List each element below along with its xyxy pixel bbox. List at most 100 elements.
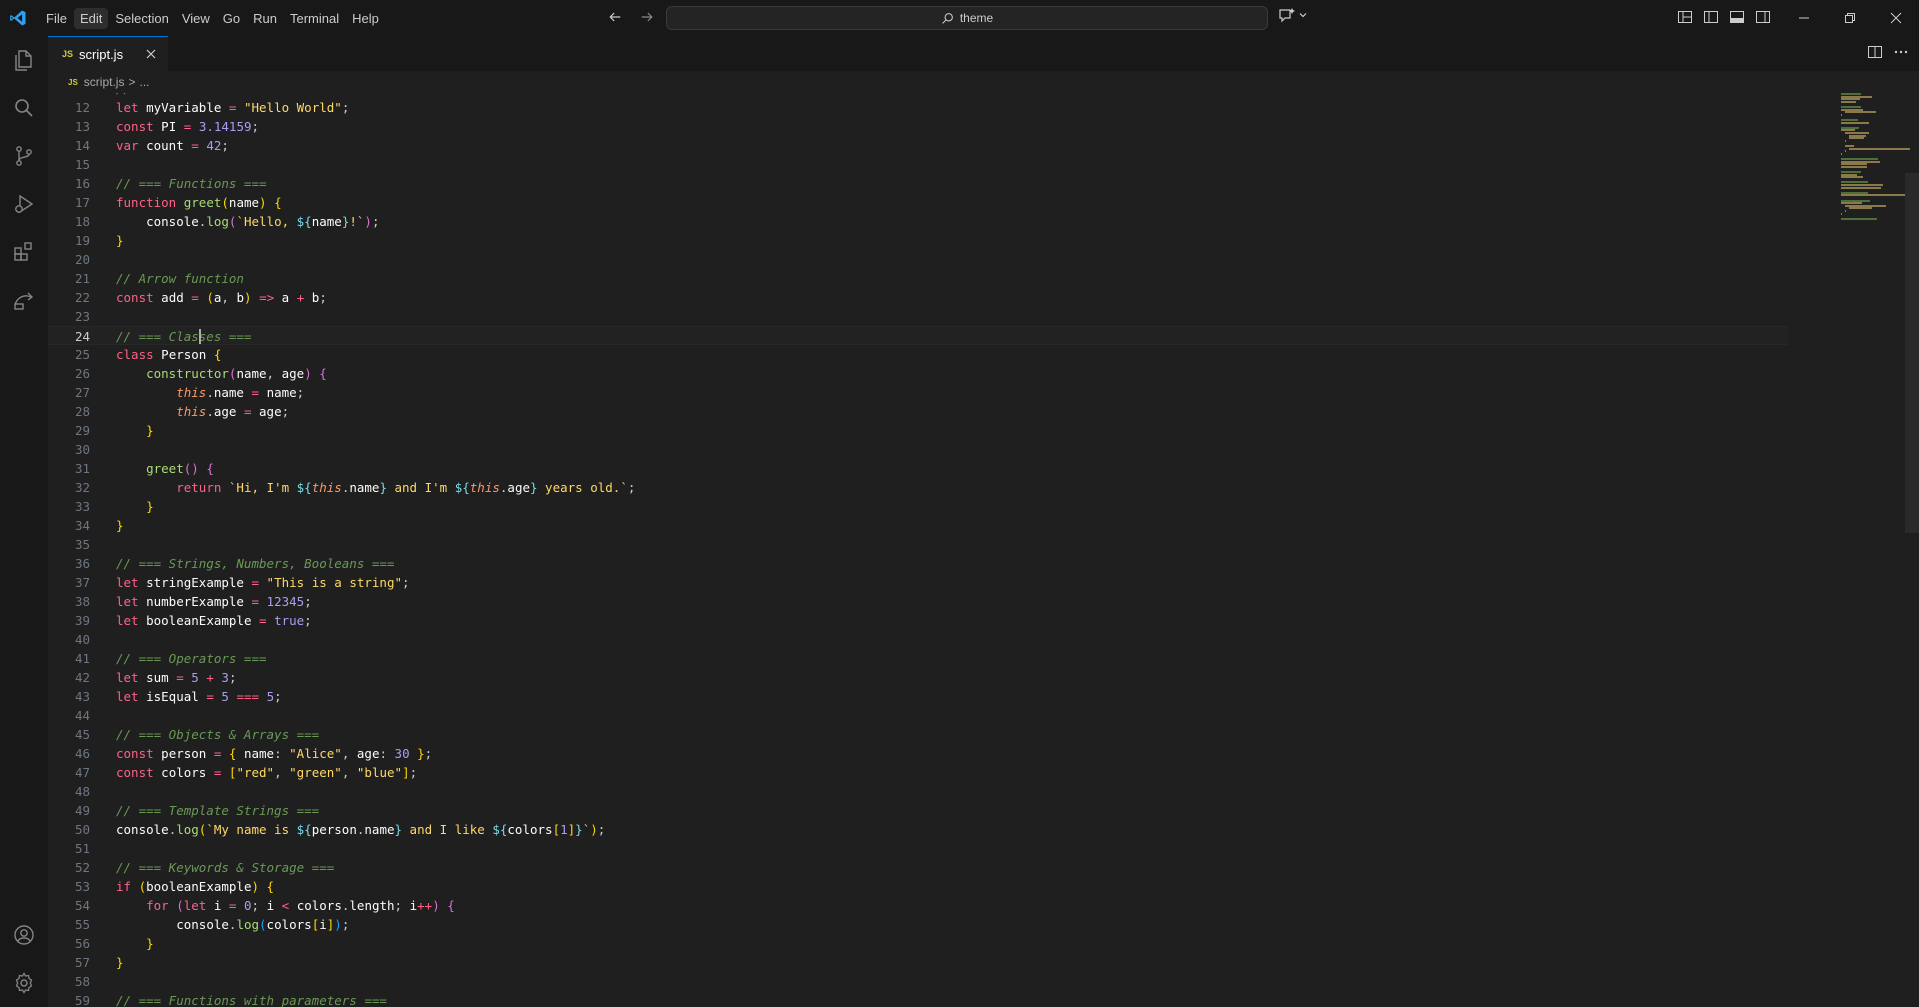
menu-file[interactable]: File bbox=[40, 8, 73, 29]
line-code: let stringExample = "This is a string"; bbox=[116, 575, 410, 590]
breadcrumb-symbols[interactable]: ... bbox=[139, 75, 149, 89]
code-line[interactable]: 39 let booleanExample = true; bbox=[48, 611, 1788, 630]
code-line[interactable]: 34} bbox=[48, 516, 1788, 535]
line-number: 22 bbox=[74, 290, 90, 305]
more-actions-icon[interactable] bbox=[1893, 44, 1909, 65]
vertical-scrollbar[interactable] bbox=[1905, 173, 1919, 533]
code-line[interactable]: 53 if (booleanExample) { bbox=[48, 877, 1788, 896]
close-window-icon[interactable] bbox=[1873, 0, 1919, 36]
code-line[interactable]: 59 // === Functions with parameters === bbox=[48, 991, 1788, 1007]
explorer-icon[interactable] bbox=[0, 36, 48, 84]
code-line[interactable]: 21 // Arrow function bbox=[48, 269, 1788, 288]
line-code: constructor(name, age) { bbox=[146, 366, 327, 381]
menu-run[interactable]: Run bbox=[247, 8, 283, 29]
source-control-icon[interactable] bbox=[0, 132, 48, 180]
menu-view[interactable]: View bbox=[176, 8, 216, 29]
toggle-secondary-sidebar-icon[interactable] bbox=[1754, 8, 1772, 26]
command-center-search[interactable]: theme bbox=[666, 6, 1268, 30]
code-line[interactable]: 31 greet() { bbox=[48, 459, 1788, 478]
code-line[interactable]: 19} bbox=[48, 231, 1788, 250]
line-code: var count = 42; bbox=[116, 138, 229, 153]
code-line[interactable]: 36 // === Strings, Numbers, Booleans === bbox=[48, 554, 1788, 573]
split-editor-icon[interactable] bbox=[1867, 44, 1883, 65]
customize-layout-icon[interactable] bbox=[1676, 8, 1694, 26]
code-line[interactable]: 48 bbox=[48, 782, 1788, 801]
code-line[interactable]: 58 bbox=[48, 972, 1788, 991]
code-line[interactable]: 25 class Person { bbox=[48, 345, 1788, 364]
code-line[interactable]: 23 bbox=[48, 307, 1788, 326]
toggle-panel-icon[interactable] bbox=[1728, 8, 1746, 26]
code-line[interactable]: 43 let isEqual = 5 === 5; bbox=[48, 687, 1788, 706]
code-line[interactable]: 50 console.log(`My name is ${person.name}… bbox=[48, 820, 1788, 839]
line-number: 29 bbox=[74, 423, 90, 438]
menu-terminal[interactable]: Terminal bbox=[284, 8, 345, 29]
menu-go[interactable]: Go bbox=[217, 8, 246, 29]
code-line[interactable]: 17 function greet(name) { bbox=[48, 193, 1788, 212]
line-number: 18 bbox=[74, 214, 90, 229]
account-icon[interactable] bbox=[0, 911, 48, 959]
code-line[interactable]: 18 console.log(`Hello, ${name}!`); bbox=[48, 212, 1788, 231]
close-icon[interactable] bbox=[142, 45, 160, 63]
code-line[interactable]: 33 } bbox=[48, 497, 1788, 516]
remote-explorer-icon[interactable] bbox=[0, 276, 48, 324]
menu-edit[interactable]: Edit bbox=[73, 7, 109, 29]
code-line[interactable]: 44 bbox=[48, 706, 1788, 725]
copilot-menu[interactable] bbox=[1278, 7, 1308, 23]
code-line[interactable]: 42 let sum = 5 + 3; bbox=[48, 668, 1788, 687]
code-line[interactable]: 54 for (let i = 0; i < colors.length; i+… bbox=[48, 896, 1788, 915]
code-line[interactable]: 51 bbox=[48, 839, 1788, 858]
run-debug-icon[interactable] bbox=[0, 180, 48, 228]
code-line[interactable]: 57} bbox=[48, 953, 1788, 972]
code-line[interactable]: 45 // === Objects & Arrays === bbox=[48, 725, 1788, 744]
code-line[interactable]: 38 let numberExample = 12345; bbox=[48, 592, 1788, 611]
code-line[interactable]: 22 const add = (a, b) => a + b; bbox=[48, 288, 1788, 307]
code-line[interactable]: 27 this.name = name; bbox=[48, 383, 1788, 402]
code-line[interactable]: 41 // === Operators === bbox=[48, 649, 1788, 668]
code-line[interactable]: 30 bbox=[48, 440, 1788, 459]
code-line[interactable]: 35 bbox=[48, 535, 1788, 554]
copilot-chat-icon bbox=[1279, 8, 1295, 23]
code-line[interactable]: 47 const colors = ["red", "green", "blue"… bbox=[48, 763, 1788, 782]
code-line[interactable]: 26 constructor(name, age) { bbox=[48, 364, 1788, 383]
code-line[interactable]: 14 var count = 42; bbox=[48, 136, 1788, 155]
minimize-icon[interactable] bbox=[1781, 0, 1827, 36]
line-code: this.age = age; bbox=[176, 404, 290, 419]
go-forward-icon[interactable] bbox=[636, 6, 658, 28]
code-line[interactable]: 28 this.age = age; bbox=[48, 402, 1788, 421]
minimap-line bbox=[1841, 212, 1842, 215]
layout-controls bbox=[1676, 8, 1772, 26]
code-line[interactable]: 15 bbox=[48, 155, 1788, 174]
code-line[interactable]: 49 // === Template Strings === bbox=[48, 801, 1788, 820]
line-number: 19 bbox=[74, 233, 90, 248]
settings-gear-icon[interactable] bbox=[0, 959, 48, 1007]
code-line[interactable]: 29 } bbox=[48, 421, 1788, 440]
code-line[interactable]: 12 let myVariable = "Hello World"; bbox=[48, 98, 1788, 117]
code-line[interactable]: 56 } bbox=[48, 934, 1788, 953]
minimap-line bbox=[1845, 210, 1846, 212]
menu-help[interactable]: Help bbox=[346, 8, 385, 29]
line-number: 20 bbox=[74, 252, 90, 267]
go-back-icon[interactable] bbox=[604, 6, 626, 28]
search-icon[interactable] bbox=[0, 84, 48, 132]
code-line[interactable]: 46 const person = { name: "Alice", age: 3… bbox=[48, 744, 1788, 763]
line-code: // === Objects & Arrays === bbox=[116, 727, 320, 742]
menu-selection[interactable]: Selection bbox=[109, 8, 174, 29]
code-line[interactable]: 32 return `Hi, I'm ${this.name} and I'm … bbox=[48, 478, 1788, 497]
toggle-primary-sidebar-icon[interactable] bbox=[1702, 8, 1720, 26]
code-line[interactable]: 16 // === Functions === bbox=[48, 174, 1788, 193]
breadcrumb-file[interactable]: script.js bbox=[84, 75, 125, 89]
code-line[interactable]: 52 // === Keywords & Storage === bbox=[48, 858, 1788, 877]
code-line[interactable]: 37 let stringExample = "This is a string"… bbox=[48, 573, 1788, 592]
code-line[interactable]: 55 console.log(colors[i]); bbox=[48, 915, 1788, 934]
code-line[interactable]: 40 bbox=[48, 630, 1788, 649]
current-code-line[interactable]: 24 // === Classes === bbox=[48, 326, 1788, 345]
line-code: for (let i = 0; i < colors.length; i++) … bbox=[146, 898, 455, 913]
minimap[interactable] bbox=[1841, 93, 1911, 293]
restore-icon[interactable] bbox=[1827, 0, 1873, 36]
code-editor[interactable]: 11// === Variables ===12let myVariable =… bbox=[48, 93, 1919, 1007]
code-line[interactable]: 13 const PI = 3.14159; bbox=[48, 117, 1788, 136]
code-line[interactable]: 20 bbox=[48, 250, 1788, 269]
line-code: } bbox=[116, 518, 124, 533]
tab-script-js[interactable]: JS script.js bbox=[48, 36, 168, 71]
extensions-icon[interactable] bbox=[0, 228, 48, 276]
